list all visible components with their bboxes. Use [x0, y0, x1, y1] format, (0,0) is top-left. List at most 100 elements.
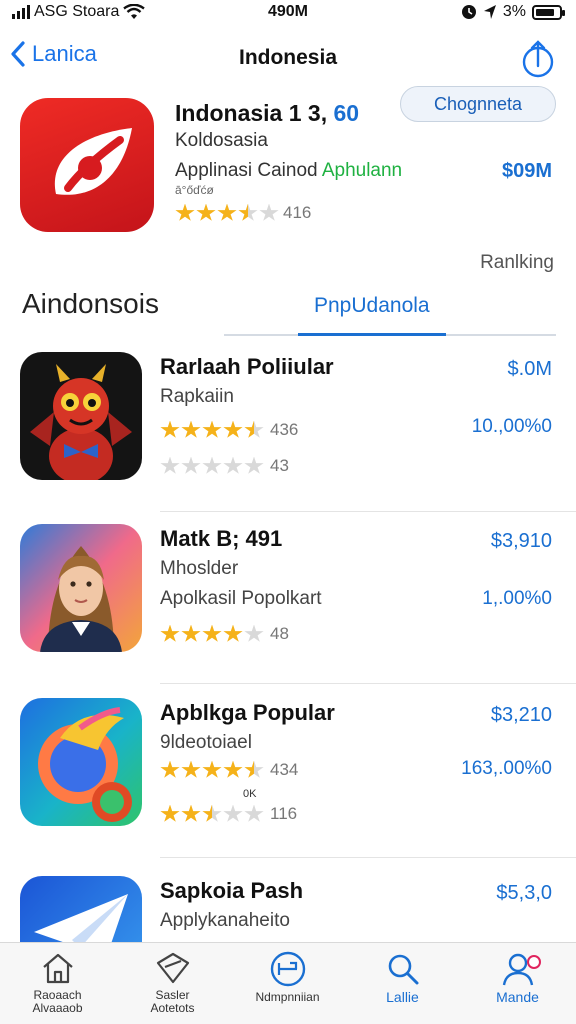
list-item[interactable]: Rarlaah Poliiular Rapkaiin 436 43 $.0M 1…: [0, 352, 576, 512]
app-micro-label: 0K: [243, 788, 257, 800]
updates-icon: [270, 951, 305, 987]
rating-count: 416: [283, 203, 312, 222]
category-highlight: Aphulann: [321, 160, 403, 181]
app-rating-secondary: 116: [160, 804, 297, 824]
status-bar: ASG Stoara 490M 3%: [0, 0, 576, 26]
featured-app-price: $09M: [501, 160, 552, 182]
app-percent: 10.,00%0: [471, 416, 552, 437]
tab-profile[interactable]: Mande: [460, 951, 575, 1024]
tab-apps[interactable]: Sasler Aotetots: [115, 951, 230, 1024]
star-rating: [160, 456, 264, 476]
home-icon: [42, 953, 73, 984]
star-icon: [196, 203, 216, 221]
alarm-icon: [461, 5, 476, 19]
app-icon-colorful: [20, 698, 142, 826]
app-title: Sapkoia Pash: [160, 878, 304, 903]
featured-app[interactable]: Indonasia 1 3, 60 Chognneta Koldosasia A…: [20, 86, 560, 243]
rankings-link[interactable]: Ranlking: [480, 252, 554, 274]
star-icon: [181, 804, 201, 822]
star-rating: [160, 420, 264, 440]
tab-popular-label: PnpUdanola: [314, 294, 430, 317]
navigation-bar: Lanica Indonesia: [0, 34, 576, 84]
tab-label: Mande: [496, 989, 539, 1005]
tab-updates[interactable]: Ndmpnniian: [230, 951, 345, 1024]
divider: [160, 857, 576, 858]
star-icon: [160, 624, 180, 642]
star-icon: [223, 760, 243, 778]
star-rating: [175, 203, 279, 223]
star-rating: [160, 760, 264, 780]
rating-count: 48: [270, 624, 289, 643]
app-subtitle: 9ldeotoiael: [160, 732, 252, 753]
star-icon: [160, 804, 180, 822]
star-icon: [160, 456, 180, 474]
featured-app-icon: [20, 98, 154, 232]
star-icon: [181, 624, 201, 642]
app-rating: 434: [160, 760, 298, 780]
battery-icon: [532, 4, 565, 20]
tab-home[interactable]: Raoaach Alvaaaob: [0, 951, 115, 1024]
rating-count: 436: [270, 420, 299, 439]
tab-label: Raoaach Alvaaaob: [32, 988, 83, 1015]
app-price: $.0M: [507, 358, 552, 380]
star-icon: [223, 420, 243, 438]
star-icon: [223, 456, 243, 474]
share-button[interactable]: [520, 38, 556, 85]
star-icon: [202, 804, 222, 822]
divider: [160, 683, 576, 684]
tab-search[interactable]: Lallie: [345, 951, 460, 1024]
notification-badge: [527, 955, 541, 969]
rating-count: 116: [270, 804, 298, 823]
star-icon: [217, 203, 237, 221]
app-price: $3,910: [490, 530, 552, 552]
app-subtitle: Applykanaheito: [160, 910, 290, 931]
featured-app-rating: 416: [175, 203, 311, 223]
featured-app-category: Applinasi Cainod Aphulann: [175, 160, 403, 181]
app-title: Matk B; 491: [160, 526, 283, 551]
star-icon: [223, 624, 243, 642]
tab-label: Ndmpnniian: [255, 990, 320, 1004]
app-title: Apblkga Popular: [160, 700, 335, 725]
app-rating: 436: [160, 420, 298, 440]
star-icon: [181, 420, 201, 438]
share-icon: [522, 40, 554, 78]
app-percent: 1,.00%0: [482, 588, 552, 609]
list-item[interactable]: Matk B; 491 Mhoslder Apolkasil Popolkart…: [0, 524, 576, 684]
star-icon: [160, 420, 180, 438]
star-icon: [244, 624, 264, 642]
battery-percent: 3%: [502, 3, 526, 20]
app-percent: 163,.00%0: [461, 758, 552, 779]
tab-label: Sasler Aotetots: [150, 988, 195, 1015]
list-item[interactable]: Apblkga Popular 9ldeotoiael 434 0K 116 $…: [0, 698, 576, 858]
divider: [160, 511, 576, 512]
app-subtitle: Rapkaiin: [160, 386, 234, 407]
star-icon: [244, 456, 264, 474]
star-icon: [223, 804, 243, 822]
app-icon-portrait: [20, 524, 142, 652]
app-subtitle: Mhoslder: [160, 558, 239, 579]
star-icon: [202, 420, 222, 438]
star-rating: [160, 804, 264, 824]
leaf-logo-icon: [54, 128, 132, 195]
tab-popular[interactable]: PnpUdanola: [224, 284, 556, 336]
tab-bar: Raoaach Alvaaaob Sasler Aotetots Ndmpnniia…: [0, 942, 576, 1024]
status-right: 3%: [461, 3, 565, 21]
apps-icon: [156, 952, 189, 984]
star-icon: [244, 760, 264, 778]
rating-count: 43: [270, 456, 289, 475]
tab-label: Lallie: [386, 989, 419, 1005]
featured-app-name: Indonasia 1 3, 60: [175, 100, 360, 126]
featured-app-version: 60: [333, 100, 360, 126]
app-rating-secondary: 43: [160, 456, 289, 476]
page-title: Indonesia: [238, 46, 338, 69]
star-icon: [238, 203, 258, 221]
star-rating: [160, 624, 264, 644]
star-icon: [181, 456, 201, 474]
star-icon: [202, 456, 222, 474]
app-icon-devil: [20, 352, 142, 480]
star-icon: [160, 760, 180, 778]
star-icon: [202, 760, 222, 778]
get-button[interactable]: Chognneta: [400, 86, 556, 122]
app-title: Rarlaah Poliiular: [160, 354, 334, 379]
star-icon: [259, 203, 279, 221]
